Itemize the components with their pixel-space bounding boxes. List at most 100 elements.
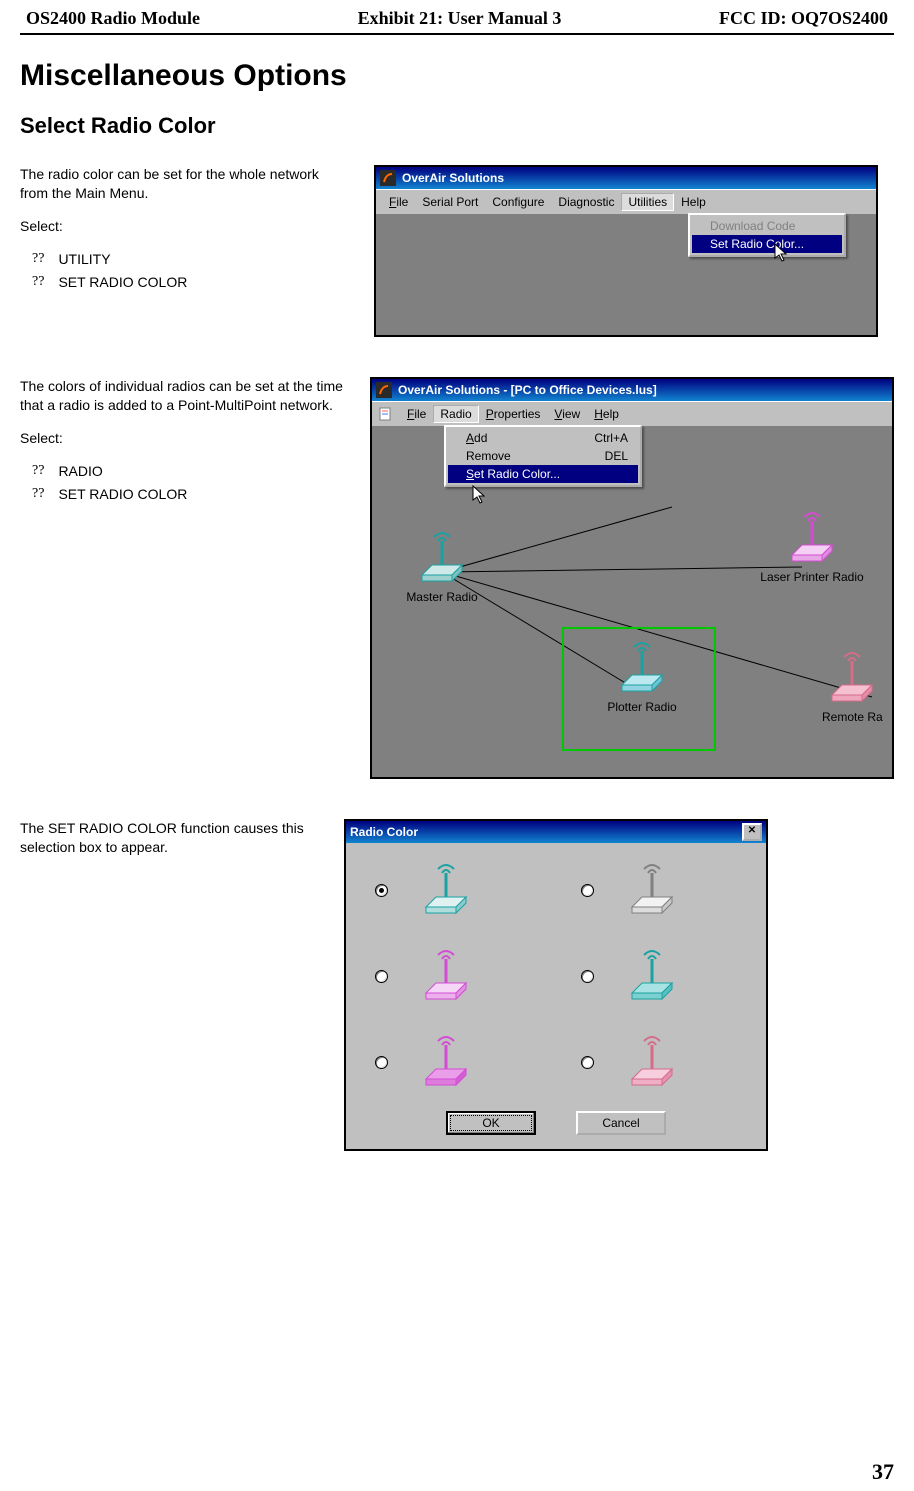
menu-configure[interactable]: Configure	[485, 193, 551, 211]
node-plotter-radio[interactable]: Plotter Radio	[582, 637, 702, 714]
radio-icon	[411, 859, 481, 919]
radio-icon	[782, 507, 842, 567]
dialog-titlebar[interactable]: Radio Color ✕	[346, 821, 766, 843]
menu-item-set-radio-color[interactable]: Set Radio Color...	[692, 235, 842, 253]
app-icon	[376, 382, 392, 398]
node-remote-radio[interactable]: Remote Ra	[822, 647, 902, 724]
screenshot-2: OverAir Solutions - [PC to Office Device…	[370, 377, 894, 779]
section-title: Select Radio Color	[20, 113, 894, 139]
menubar-2[interactable]: File Radio Properties View Help	[372, 401, 892, 427]
menu-help-2[interactable]: Help	[587, 405, 626, 423]
utilities-dropdown[interactable]: Download Code Set Radio Color...	[688, 213, 846, 257]
menu-help[interactable]: Help	[674, 193, 713, 211]
page-number: 37	[872, 1459, 894, 1485]
app-icon	[380, 170, 396, 186]
window-titlebar-2[interactable]: OverAir Solutions - [PC to Office Device…	[372, 379, 892, 401]
document-icon	[378, 406, 394, 422]
color-radio-5[interactable]	[375, 1056, 388, 1069]
radio-icon	[411, 945, 481, 1005]
bullet-set-radio-color: ?? SET RADIO COLOR	[32, 273, 350, 292]
radio-icon	[617, 859, 687, 919]
window-title: OverAir Solutions	[402, 171, 504, 185]
section-1-text: The radio color can be set for the whole…	[20, 165, 350, 337]
bullet-set-radio-color-2-text: SET RADIO COLOR	[58, 485, 187, 504]
radio-dropdown[interactable]: AddCtrl+A RemoveDEL Set Radio Color...	[444, 425, 642, 487]
screenshot-3: Radio Color ✕	[344, 819, 894, 1151]
menu-item-remove-label: Remove	[466, 449, 511, 463]
color-radio-6[interactable]	[581, 1056, 594, 1069]
page-title: Miscellaneous Options	[20, 59, 894, 93]
select-label-2: Select:	[20, 429, 346, 448]
screenshot-1: OverAir Solutions File Serial Port Confi…	[374, 165, 894, 337]
select-label-1: Select:	[20, 217, 350, 236]
section-2-para: The colors of individual radios can be s…	[20, 377, 346, 415]
section-2-text: The colors of individual radios can be s…	[20, 377, 346, 779]
menu-diagnostic[interactable]: Diagnostic	[551, 193, 621, 211]
color-option-6[interactable]	[576, 1031, 742, 1091]
menu-item-set-radio-color-2[interactable]: Set Radio Color...	[448, 465, 638, 483]
section-1-para: The radio color can be set for the whole…	[20, 165, 350, 203]
node-laser-label: Laser Printer Radio	[742, 570, 882, 584]
color-option-5[interactable]	[370, 1031, 536, 1091]
bullet-utility-text: UTILITY	[58, 250, 110, 269]
network-diagram: AddCtrl+A RemoveDEL Set Radio Color...	[372, 427, 892, 777]
radio-icon	[612, 637, 672, 697]
radio-icon	[822, 647, 882, 707]
bullet-set-radio-color-text: SET RADIO COLOR	[58, 273, 187, 292]
menu-properties[interactable]: Properties	[479, 405, 548, 423]
radio-icon	[617, 945, 687, 1005]
radio-color-dialog: Radio Color ✕	[344, 819, 768, 1151]
page-header: OS2400 Radio Module Exhibit 21: User Man…	[20, 8, 894, 29]
window-title-2: OverAir Solutions - [PC to Office Device…	[398, 383, 657, 397]
bullet-radio-text: RADIO	[58, 462, 102, 481]
bullet-mark: ??	[32, 273, 44, 292]
header-center: Exhibit 21: User Manual 3	[358, 8, 562, 29]
node-plotter-label: Plotter Radio	[582, 700, 702, 714]
menu-serial-port[interactable]: Serial Port	[415, 193, 485, 211]
menu-item-set-radio-color-label: Set Radio Color...	[710, 237, 804, 251]
menu-utilities[interactable]: Utilities	[621, 193, 674, 211]
close-button[interactable]: ✕	[742, 823, 762, 841]
menu-file-2[interactable]: File	[400, 405, 433, 423]
section-3-para: The SET RADIO COLOR function causes this…	[20, 819, 320, 857]
header-right: FCC ID: OQ7OS2400	[719, 8, 888, 29]
section-2: The colors of individual radios can be s…	[20, 377, 894, 779]
color-option-2[interactable]	[576, 859, 742, 919]
color-radio-3[interactable]	[375, 970, 388, 983]
bullet-utility: ?? UTILITY	[32, 250, 350, 269]
color-radio-4[interactable]	[581, 970, 594, 983]
color-options-grid	[370, 859, 742, 1091]
section-1: The radio color can be set for the whole…	[20, 165, 894, 337]
node-remote-label: Remote Ra	[822, 710, 902, 724]
color-option-3[interactable]	[370, 945, 536, 1005]
bullet-set-radio-color-2: ?? SET RADIO COLOR	[32, 485, 346, 504]
menu-item-download-code: Download Code	[692, 217, 842, 235]
color-radio-1[interactable]	[375, 884, 388, 897]
bullet-mark: ??	[32, 250, 44, 269]
menu-item-remove[interactable]: RemoveDEL	[448, 447, 638, 465]
menu-item-add[interactable]: AddCtrl+A	[448, 429, 638, 447]
ok-button[interactable]: OK	[446, 1111, 536, 1135]
node-laser-printer-radio[interactable]: Laser Printer Radio	[742, 507, 882, 584]
section-3: The SET RADIO COLOR function causes this…	[20, 819, 894, 1151]
dialog-title: Radio Color	[350, 825, 418, 839]
color-option-1[interactable]	[370, 859, 536, 919]
menubar[interactable]: File Serial Port Configure Diagnostic Ut…	[376, 189, 876, 215]
color-radio-2[interactable]	[581, 884, 594, 897]
radio-icon	[411, 1031, 481, 1091]
menu-view[interactable]: View	[547, 405, 587, 423]
radio-icon	[617, 1031, 687, 1091]
cancel-button[interactable]: Cancel	[576, 1111, 666, 1135]
bullet-mark: ??	[32, 485, 44, 504]
bullet-radio: ?? RADIO	[32, 462, 346, 481]
menu-file[interactable]: File	[382, 193, 415, 211]
node-master-radio[interactable]: Master Radio	[382, 527, 502, 604]
color-option-4[interactable]	[576, 945, 742, 1005]
header-rule	[20, 33, 894, 35]
header-left: OS2400 Radio Module	[26, 8, 200, 29]
bullet-mark: ??	[32, 462, 44, 481]
window-titlebar[interactable]: OverAir Solutions	[376, 167, 876, 189]
section-3-text: The SET RADIO COLOR function causes this…	[20, 819, 320, 1151]
menu-radio[interactable]: Radio	[433, 405, 478, 423]
shortcut-add: Ctrl+A	[594, 431, 628, 445]
